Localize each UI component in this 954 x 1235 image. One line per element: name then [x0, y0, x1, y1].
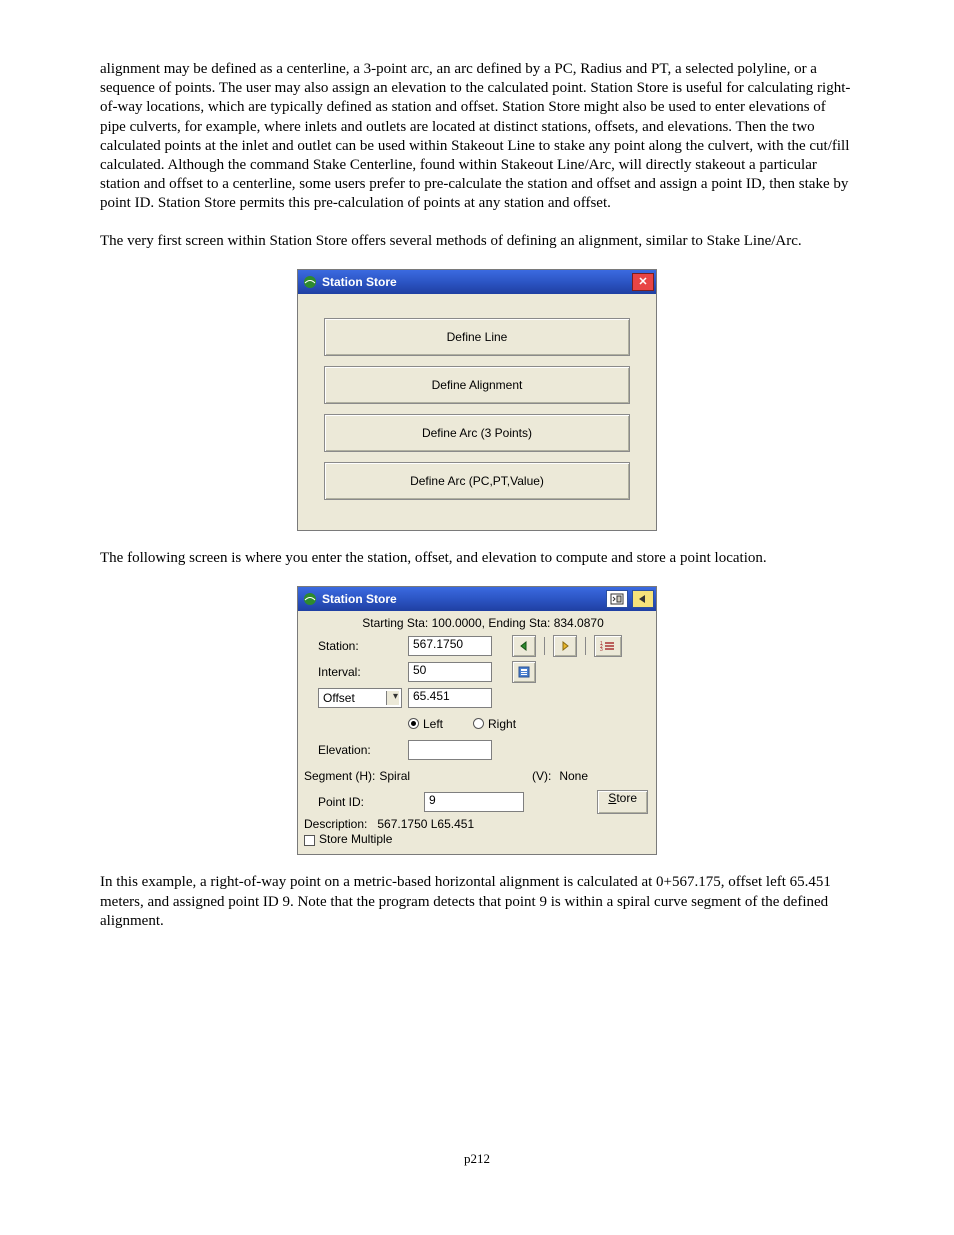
- define-line-button[interactable]: Define Line: [324, 318, 630, 356]
- back-icon[interactable]: [632, 590, 654, 608]
- divider: [585, 637, 586, 655]
- paragraph-2: The very first screen within Station Sto…: [100, 232, 854, 251]
- segment-h-value: Spiral: [379, 769, 410, 783]
- next-station-icon[interactable]: [553, 635, 577, 657]
- define-arc-pcpt-button[interactable]: Define Arc (PC,PT,Value): [324, 462, 630, 500]
- interval-settings-icon[interactable]: [512, 661, 536, 683]
- app-icon-2: [302, 591, 318, 607]
- interval-input[interactable]: 50: [408, 662, 492, 682]
- app-icon: [302, 274, 318, 290]
- offset-left-radio[interactable]: Left: [408, 717, 443, 731]
- dialog-define: Station Store ✕ Define Line Define Align…: [297, 269, 657, 531]
- store-multiple-checkbox[interactable]: Store Multiple: [304, 832, 392, 848]
- point-id-label: Point ID:: [318, 795, 402, 809]
- offset-select[interactable]: Offset: [318, 688, 402, 708]
- segment-h-label: Segment (H):: [304, 769, 375, 783]
- dialog-title: Station Store: [322, 275, 628, 289]
- elevation-input[interactable]: [408, 740, 492, 760]
- page-number: p212: [100, 1151, 854, 1167]
- station-label: Station:: [318, 639, 402, 653]
- station-input[interactable]: 567.1750: [408, 636, 492, 656]
- elevation-label: Elevation:: [318, 743, 402, 757]
- description-value: 567.1750 L65.451: [377, 817, 474, 831]
- titlebar-2: Station Store: [298, 587, 656, 611]
- define-alignment-button[interactable]: Define Alignment: [324, 366, 630, 404]
- titlebar: Station Store ✕: [298, 270, 656, 294]
- starting-ending-sta: Starting Sta: 100.0000, Ending Sta: 834.…: [362, 616, 604, 630]
- offset-right-radio[interactable]: Right: [473, 717, 516, 731]
- dialog-client: Define Line Define Alignment Define Arc …: [298, 294, 656, 530]
- settings-icon[interactable]: [606, 590, 628, 608]
- close-icon[interactable]: ✕: [632, 273, 654, 291]
- point-id-input[interactable]: 9: [424, 792, 524, 812]
- define-arc-3points-button[interactable]: Define Arc (3 Points): [324, 414, 630, 452]
- interval-label: Interval:: [318, 665, 402, 679]
- segment-v-label: (V):: [532, 769, 551, 783]
- prev-station-icon[interactable]: [512, 635, 536, 657]
- paragraph-1: alignment may be defined as a centerline…: [100, 60, 854, 214]
- offset-input[interactable]: 65.451: [408, 688, 492, 708]
- paragraph-4: In this example, a right-of-way point on…: [100, 873, 854, 931]
- paragraph-3: The following screen is where you enter …: [100, 549, 854, 568]
- dialog-client-2: Starting Sta: 100.0000, Ending Sta: 834.…: [298, 611, 656, 854]
- store-button[interactable]: Store: [597, 790, 648, 814]
- svg-text:3: 3: [600, 647, 603, 652]
- dialog-compute: Station Store Starting Sta: 100.0000, En…: [297, 586, 657, 855]
- segment-v-value: None: [559, 769, 588, 783]
- station-list-icon[interactable]: 1 2 3: [594, 635, 622, 657]
- description-label: Description:: [304, 817, 367, 831]
- divider: [544, 637, 545, 655]
- dialog-title-2: Station Store: [322, 592, 602, 606]
